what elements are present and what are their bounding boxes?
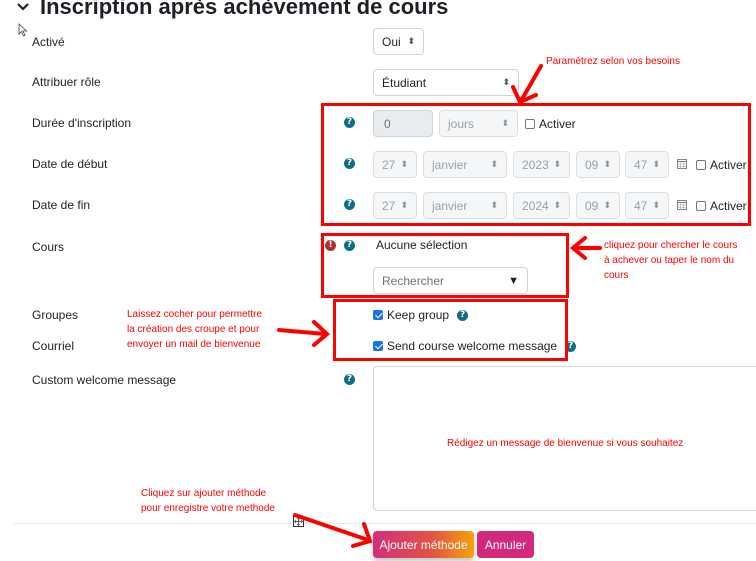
mouse-cursor-icon — [18, 23, 28, 37]
annotation-message: Rédigez un message de bienvenue si vous … — [447, 438, 684, 449]
chevron-down-icon[interactable] — [16, 0, 30, 14]
annotation-course-line: à achever ou taper le nom du — [604, 255, 735, 266]
section-title: Inscription après achèvement de cours — [40, 0, 449, 19]
add-method-button[interactable]: Ajouter méthode — [373, 531, 474, 558]
start-date-label: Date de début — [32, 157, 108, 171]
footer-divider — [14, 523, 756, 524]
end-date-label: Date de fin — [32, 198, 91, 212]
annotation-groups: Laissez cocher pour permettre la créatio… — [127, 307, 262, 352]
groups-label: Groupes — [32, 308, 79, 322]
annotation-submit-line: pour enregistre votre methode — [141, 503, 275, 514]
annotation-groups-line: Laissez cocher pour permettre — [127, 309, 263, 320]
annotation-box-dates — [321, 103, 751, 226]
annotation-submit-line: Cliquez sur ajouter méthode — [141, 488, 267, 499]
role-select[interactable]: Étudiant ⬍ — [373, 69, 519, 96]
annotation-course-line: cours — [604, 270, 629, 281]
role-label: Attribuer rôle — [32, 75, 101, 89]
duration-label: Durée d'inscription — [32, 116, 132, 130]
annotation-groups-line: la création des croupe et pour — [127, 324, 260, 335]
arrow-submit — [293, 513, 373, 548]
course-label: Cours — [32, 240, 65, 254]
cancel-button[interactable]: Annuler — [477, 531, 534, 558]
annotation-course-line: cliquez pour chercher le cours — [604, 240, 738, 251]
role-select-value: Étudiant — [382, 75, 427, 90]
arrow-groups — [277, 320, 331, 347]
arrow-course — [569, 236, 602, 260]
annotation-submit: Cliquez sur ajouter méthode pour enregis… — [141, 486, 275, 516]
help-icon[interactable]: ? — [344, 374, 355, 385]
select-caret-icon: ⬍ — [407, 36, 415, 47]
annotation-box-checkboxes — [333, 299, 568, 361]
custom-message-label: Custom welcome message — [32, 373, 177, 387]
annotation-settings: Paramétrez selon vos besoins — [546, 56, 680, 67]
email-label: Courriel — [32, 339, 75, 353]
annotation-groups-line: envoyer un mail de bienvenue — [127, 339, 261, 350]
annotation-box-course — [321, 233, 569, 298]
enabled-select[interactable]: Oui ⬍ — [373, 28, 424, 55]
select-caret-icon: ⬍ — [502, 77, 510, 88]
move-handle-icon[interactable] — [293, 516, 304, 527]
section-header: Inscription après achèvement de cours — [16, 0, 448, 20]
enabled-select-value: Oui — [382, 34, 401, 49]
enabled-label: Activé — [32, 35, 65, 49]
annotation-course: cliquez pour chercher le cours à achever… — [604, 238, 737, 283]
